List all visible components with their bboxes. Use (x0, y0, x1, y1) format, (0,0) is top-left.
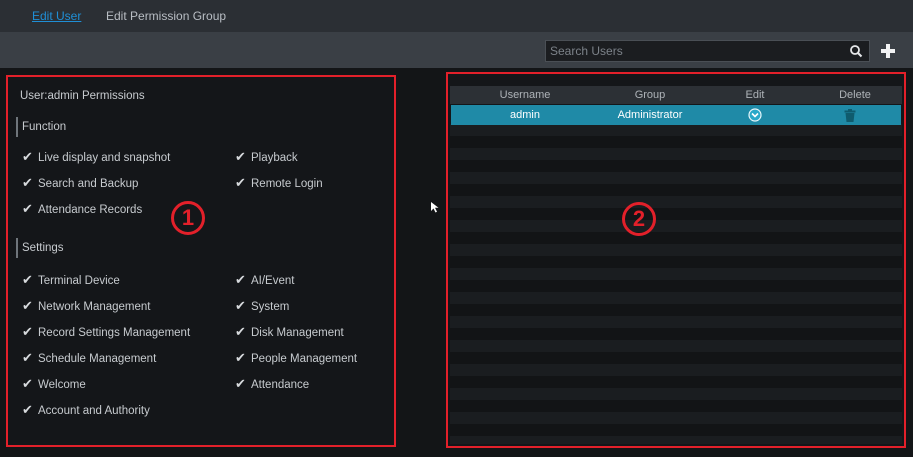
trash-icon[interactable] (844, 109, 856, 122)
section-function: Function (16, 117, 66, 137)
perm-attendance-records[interactable]: ✔ Attendance Records (22, 201, 142, 217)
search-icon[interactable] (849, 44, 863, 58)
perm-record-settings[interactable]: ✔ Record Settings Management (22, 324, 190, 340)
perm-system[interactable]: ✔ System (235, 298, 289, 314)
permissions-title: User:admin Permissions (20, 90, 145, 102)
check-icon: ✔ (235, 272, 246, 287)
search-box (545, 40, 870, 62)
permissions-panel: User:admin Permissions Function ✔ Live di… (6, 75, 396, 447)
perm-people-management[interactable]: ✔ People Management (235, 350, 357, 366)
header-edit: Edit (745, 89, 765, 101)
add-user-button[interactable] (878, 41, 898, 61)
mouse-cursor-icon (431, 202, 439, 213)
check-icon: ✔ (22, 350, 33, 365)
perm-ai-event[interactable]: ✔ AI/Event (235, 272, 294, 288)
check-icon: ✔ (22, 324, 33, 339)
perm-terminal-device[interactable]: ✔ Terminal Device (22, 272, 120, 288)
check-icon: ✔ (22, 402, 33, 417)
search-input[interactable] (546, 41, 846, 61)
cell-username: admin (510, 109, 540, 121)
perm-attendance[interactable]: ✔ Attendance (235, 376, 309, 392)
header-delete: Delete (839, 89, 871, 101)
section-settings: Settings (16, 238, 64, 258)
perm-remote-login[interactable]: ✔ Remote Login (235, 175, 323, 191)
cell-group: Administrator (617, 109, 683, 121)
tab-bar: Edit User Edit Permission Group (0, 0, 913, 32)
check-icon: ✔ (235, 175, 246, 190)
table-body (450, 124, 902, 444)
perm-search-backup[interactable]: ✔ Search and Backup (22, 175, 138, 191)
tab-edit-user[interactable]: Edit User (32, 9, 81, 23)
check-icon: ✔ (22, 175, 33, 190)
perm-account-authority[interactable]: ✔ Account and Authority (22, 402, 150, 418)
check-icon: ✔ (235, 149, 246, 164)
perm-welcome[interactable]: ✔ Welcome (22, 376, 86, 392)
perm-live-display[interactable]: ✔ Live display and snapshot (22, 149, 170, 165)
edit-chevron-icon[interactable] (748, 108, 762, 122)
perm-schedule-management[interactable]: ✔ Schedule Management (22, 350, 156, 366)
check-icon: ✔ (22, 376, 33, 391)
users-table-panel: Username Group Edit Delete admin Adminis… (446, 72, 906, 448)
check-icon: ✔ (22, 149, 33, 164)
tab-edit-permission-group[interactable]: Edit Permission Group (106, 9, 226, 23)
table-header: Username Group Edit Delete (450, 86, 902, 104)
header-username: Username (499, 89, 551, 101)
check-icon: ✔ (235, 350, 246, 365)
annotation-badge-1: 1 (171, 201, 205, 235)
perm-disk-management[interactable]: ✔ Disk Management (235, 324, 344, 340)
check-icon: ✔ (22, 272, 33, 287)
table-row[interactable]: admin Administrator (451, 105, 901, 125)
perm-playback[interactable]: ✔ Playback (235, 149, 298, 165)
annotation-badge-2: 2 (622, 202, 656, 236)
check-icon: ✔ (235, 376, 246, 391)
check-icon: ✔ (22, 298, 33, 313)
perm-network-management[interactable]: ✔ Network Management (22, 298, 151, 314)
header-group: Group (634, 89, 666, 101)
check-icon: ✔ (235, 324, 246, 339)
check-icon: ✔ (235, 298, 246, 313)
check-icon: ✔ (22, 201, 33, 216)
